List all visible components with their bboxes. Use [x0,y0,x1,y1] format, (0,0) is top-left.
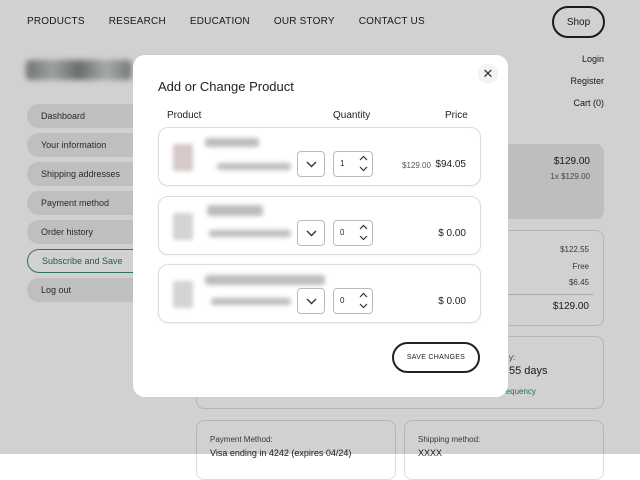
save-changes-button[interactable]: SAVE CHANGES [392,342,480,373]
add-change-product-modal: Add or Change Product ✕ Product Quantity… [133,55,508,397]
decrement-icon[interactable] [359,303,368,309]
product-price: $94.05 [435,159,466,170]
blurred-product-variant [209,230,291,237]
modal-title: Add or Change Product [158,79,294,94]
increment-icon[interactable] [359,224,368,230]
decrement-icon[interactable] [359,166,368,172]
chevron-down-icon [306,161,317,168]
chevron-down-icon [306,298,317,305]
blurred-product-name [205,138,259,147]
product-select-dropdown[interactable] [297,151,325,177]
increment-icon[interactable] [359,292,368,298]
quantity-stepper[interactable]: 0 [333,220,373,246]
quantity-stepper[interactable]: 1 [333,151,373,177]
product-price: $ 0.00 [438,296,466,307]
product-row: 1 $129.00 $94.05 [158,127,481,186]
blurred-product-name [205,275,325,285]
column-header-price: Price [445,110,468,121]
quantity-value: 0 [340,296,345,305]
quantity-stepper[interactable]: 0 [333,288,373,314]
column-header-quantity: Quantity [333,110,371,121]
column-header-product: Product [167,110,202,121]
chevron-down-icon [306,230,317,237]
quantity-value: 1 [340,159,345,168]
increment-icon[interactable] [359,155,368,161]
blurred-product-variant [217,163,291,170]
blurred-product-name [207,205,263,216]
product-price: $ 0.00 [438,228,466,239]
product-thumbnail [173,281,193,308]
product-thumbnail [173,144,193,171]
product-select-dropdown[interactable] [297,220,325,246]
product-row: 0 $ 0.00 [158,264,481,323]
close-icon[interactable]: ✕ [478,64,498,84]
original-price: $129.00 [402,161,431,170]
product-thumbnail [173,213,193,240]
blurred-product-variant [211,298,291,305]
decrement-icon[interactable] [359,235,368,241]
quantity-value: 0 [340,228,345,237]
product-row: 0 $ 0.00 [158,196,481,255]
product-select-dropdown[interactable] [297,288,325,314]
